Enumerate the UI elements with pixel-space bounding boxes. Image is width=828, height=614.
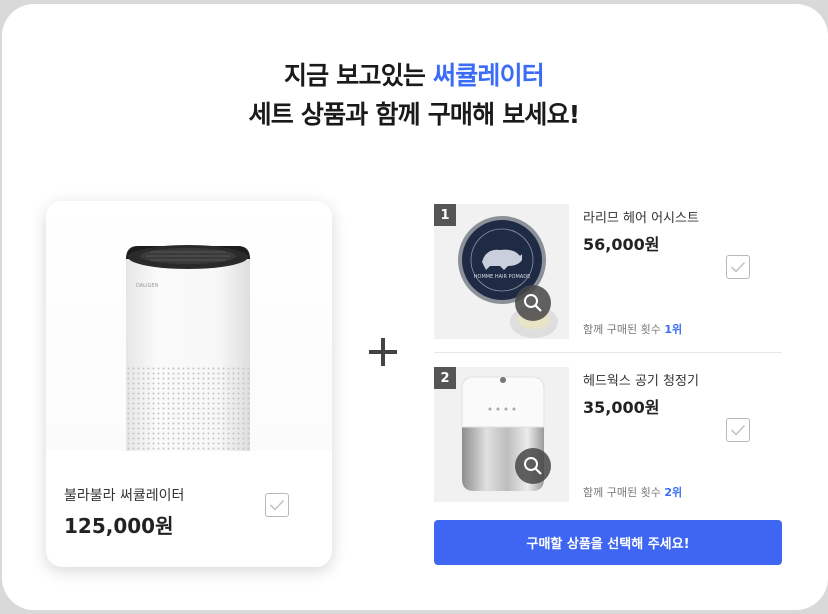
main-product-price: 125,000원 bbox=[64, 514, 174, 538]
main-product-card[interactable]: DALIGEN 불라불라 써큘레이터 125,000원 bbox=[46, 201, 332, 567]
set-item-price: 56,000원 bbox=[583, 235, 660, 254]
headline-prefix: 지금 보고있는 bbox=[283, 61, 426, 90]
buy-button[interactable]: 구매할 상품을 선택해 주세요! bbox=[434, 520, 782, 565]
rank-badge: 1 bbox=[434, 204, 456, 226]
purchase-rank-label: 함께 구매된 횟수 bbox=[583, 486, 661, 499]
air-purifier-image[interactable]: DALIGEN bbox=[46, 201, 332, 451]
purchase-rank-value: 2위 bbox=[664, 486, 683, 499]
headline-line1: 지금 보고있는 써큘레이터 bbox=[0, 56, 828, 95]
set-item-checkbox[interactable] bbox=[726, 255, 750, 279]
check-icon bbox=[730, 424, 746, 436]
check-icon bbox=[730, 261, 746, 273]
magnifier-icon bbox=[524, 294, 542, 312]
item-divider bbox=[434, 352, 782, 353]
pomade-lid-text: HOMME HAIR POMADE bbox=[474, 274, 530, 280]
set-item[interactable]: 1 HOMME HAIR POMADE 라리므 헤어 어시스트 56,000원 … bbox=[434, 204, 782, 339]
set-item-name[interactable]: 헤드웍스 공기 청정기 bbox=[583, 370, 699, 389]
purchase-rank-value: 1위 bbox=[664, 323, 683, 336]
set-item-checkbox[interactable] bbox=[726, 418, 750, 442]
main-product-name[interactable]: 불라불라 써큘레이터 bbox=[64, 485, 184, 505]
headline-accent: 써큘레이터 bbox=[433, 61, 545, 90]
check-icon bbox=[269, 499, 285, 511]
hair-pomade-image[interactable]: 1 HOMME HAIR POMADE bbox=[434, 204, 569, 339]
headline: 지금 보고있는 써큘레이터 세트 상품과 함께 구매해 보세요! bbox=[0, 56, 828, 134]
purchase-rank-label: 함께 구매된 횟수 bbox=[583, 323, 661, 336]
headline-line2: 세트 상품과 함께 구매해 보세요! bbox=[248, 100, 581, 129]
brand-mark-text: DALIGEN bbox=[136, 283, 158, 289]
magnifier-icon bbox=[524, 457, 542, 475]
purchase-rank-text: 함께 구매된 횟수 2위 bbox=[583, 484, 682, 500]
set-item[interactable]: 2 헤드웍스 공기 청정기 35,000원 함께 구매된 횟수 2위 bbox=[434, 367, 782, 502]
main-product-checkbox[interactable] bbox=[265, 493, 289, 517]
rank-badge: 2 bbox=[434, 367, 456, 389]
purchase-rank-text: 함께 구매된 횟수 1위 bbox=[583, 321, 682, 337]
set-item-price: 35,000원 bbox=[583, 398, 660, 417]
zoom-button[interactable] bbox=[515, 285, 551, 321]
set-item-name[interactable]: 라리므 헤어 어시스트 bbox=[583, 207, 699, 226]
plus-icon bbox=[366, 335, 400, 369]
zoom-button[interactable] bbox=[515, 448, 551, 484]
mini-air-purifier-image[interactable]: 2 bbox=[434, 367, 569, 502]
